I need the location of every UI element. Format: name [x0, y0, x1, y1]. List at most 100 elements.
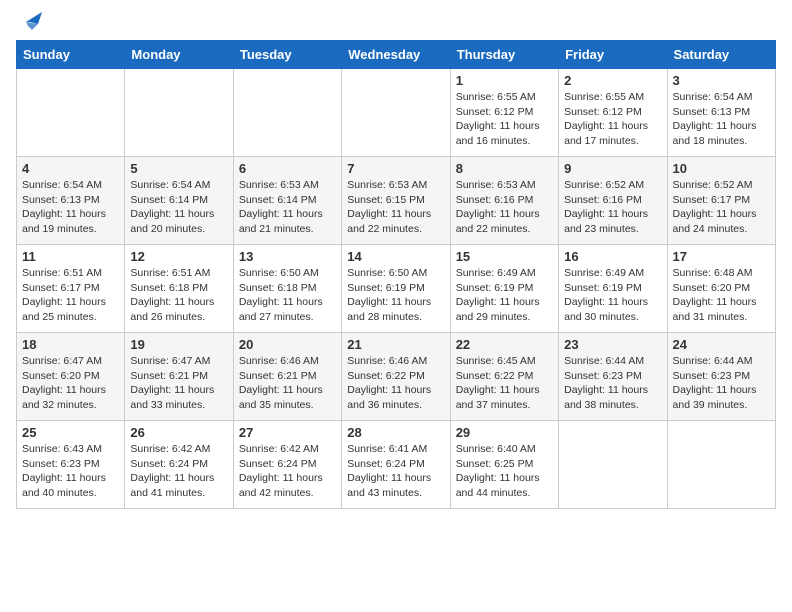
day-number: 18 [22, 337, 119, 352]
day-number: 11 [22, 249, 119, 264]
day-of-week-header: Saturday [667, 41, 775, 69]
calendar-cell: 24 Sunrise: 6:44 AMSunset: 6:23 PMDayligh… [667, 333, 775, 421]
day-info: Sunrise: 6:49 AMSunset: 6:19 PMDaylight:… [564, 266, 661, 325]
logo-bird-icon [20, 12, 42, 32]
day-of-week-header: Wednesday [342, 41, 450, 69]
day-info: Sunrise: 6:47 AMSunset: 6:21 PMDaylight:… [130, 354, 227, 413]
calendar-cell: 15 Sunrise: 6:49 AMSunset: 6:19 PMDayligh… [450, 245, 558, 333]
day-number: 5 [130, 161, 227, 176]
day-number: 15 [456, 249, 553, 264]
day-number: 24 [673, 337, 770, 352]
day-number: 25 [22, 425, 119, 440]
calendar-cell [559, 421, 667, 509]
calendar-cell: 7 Sunrise: 6:53 AMSunset: 6:15 PMDaylight… [342, 157, 450, 245]
day-info: Sunrise: 6:54 AMSunset: 6:14 PMDaylight:… [130, 178, 227, 237]
header [16, 16, 776, 28]
calendar-week-row: 18 Sunrise: 6:47 AMSunset: 6:20 PMDayligh… [17, 333, 776, 421]
calendar-cell: 26 Sunrise: 6:42 AMSunset: 6:24 PMDayligh… [125, 421, 233, 509]
day-number: 16 [564, 249, 661, 264]
day-number: 9 [564, 161, 661, 176]
day-info: Sunrise: 6:51 AMSunset: 6:18 PMDaylight:… [130, 266, 227, 325]
day-number: 4 [22, 161, 119, 176]
day-number: 29 [456, 425, 553, 440]
calendar-cell: 4 Sunrise: 6:54 AMSunset: 6:13 PMDaylight… [17, 157, 125, 245]
day-info: Sunrise: 6:53 AMSunset: 6:16 PMDaylight:… [456, 178, 553, 237]
logo [16, 16, 42, 28]
day-number: 2 [564, 73, 661, 88]
day-info: Sunrise: 6:50 AMSunset: 6:19 PMDaylight:… [347, 266, 444, 325]
day-number: 8 [456, 161, 553, 176]
day-info: Sunrise: 6:54 AMSunset: 6:13 PMDaylight:… [22, 178, 119, 237]
calendar-cell: 1 Sunrise: 6:55 AMSunset: 6:12 PMDaylight… [450, 69, 558, 157]
calendar-table: SundayMondayTuesdayWednesdayThursdayFrid… [16, 40, 776, 509]
calendar-cell: 28Sunrise: 6:41 AMSunset: 6:24 PMDayligh… [342, 421, 450, 509]
day-info: Sunrise: 6:53 AMSunset: 6:15 PMDaylight:… [347, 178, 444, 237]
day-info: Sunrise: 6:43 AMSunset: 6:23 PMDaylight:… [22, 442, 119, 501]
day-info: Sunrise: 6:52 AMSunset: 6:17 PMDaylight:… [673, 178, 770, 237]
calendar-cell: 12Sunrise: 6:51 AMSunset: 6:18 PMDayligh… [125, 245, 233, 333]
day-info: Sunrise: 6:54 AMSunset: 6:13 PMDaylight:… [673, 90, 770, 149]
day-of-week-header: Sunday [17, 41, 125, 69]
calendar-cell: 5 Sunrise: 6:54 AMSunset: 6:14 PMDaylight… [125, 157, 233, 245]
day-number: 13 [239, 249, 336, 264]
day-number: 1 [456, 73, 553, 88]
calendar-cell: 10 Sunrise: 6:52 AMSunset: 6:17 PMDayligh… [667, 157, 775, 245]
calendar-cell: 17 Sunrise: 6:48 AMSunset: 6:20 PMDayligh… [667, 245, 775, 333]
calendar-cell: 29 Sunrise: 6:40 AMSunset: 6:25 PMDayligh… [450, 421, 558, 509]
calendar-week-row: 4 Sunrise: 6:54 AMSunset: 6:13 PMDaylight… [17, 157, 776, 245]
day-info: Sunrise: 6:46 AMSunset: 6:22 PMDaylight:… [347, 354, 444, 413]
day-number: 19 [130, 337, 227, 352]
calendar-cell: 22 Sunrise: 6:45 AMSunset: 6:22 PMDayligh… [450, 333, 558, 421]
day-number: 14 [347, 249, 444, 264]
day-number: 6 [239, 161, 336, 176]
day-info: Sunrise: 6:49 AMSunset: 6:19 PMDaylight:… [456, 266, 553, 325]
calendar-week-row: 11 Sunrise: 6:51 AMSunset: 6:17 PMDayligh… [17, 245, 776, 333]
calendar-cell: 14 Sunrise: 6:50 AMSunset: 6:19 PMDayligh… [342, 245, 450, 333]
day-number: 7 [347, 161, 444, 176]
day-number: 26 [130, 425, 227, 440]
day-number: 21 [347, 337, 444, 352]
day-number: 22 [456, 337, 553, 352]
calendar-cell: 23 Sunrise: 6:44 AMSunset: 6:23 PMDayligh… [559, 333, 667, 421]
calendar-cell [233, 69, 341, 157]
day-info: Sunrise: 6:50 AMSunset: 6:18 PMDaylight:… [239, 266, 336, 325]
day-info: Sunrise: 6:52 AMSunset: 6:16 PMDaylight:… [564, 178, 661, 237]
day-info: Sunrise: 6:42 AMSunset: 6:24 PMDaylight:… [130, 442, 227, 501]
day-info: Sunrise: 6:40 AMSunset: 6:25 PMDaylight:… [456, 442, 553, 501]
day-info: Sunrise: 6:48 AMSunset: 6:20 PMDaylight:… [673, 266, 770, 325]
calendar-cell: 13 Sunrise: 6:50 AMSunset: 6:18 PMDayligh… [233, 245, 341, 333]
calendar-cell: 25 Sunrise: 6:43 AMSunset: 6:23 PMDayligh… [17, 421, 125, 509]
calendar-cell [17, 69, 125, 157]
day-info: Sunrise: 6:44 AMSunset: 6:23 PMDaylight:… [673, 354, 770, 413]
day-info: Sunrise: 6:47 AMSunset: 6:20 PMDaylight:… [22, 354, 119, 413]
calendar-cell: 6 Sunrise: 6:53 AMSunset: 6:14 PMDaylight… [233, 157, 341, 245]
calendar-header-row: SundayMondayTuesdayWednesdayThursdayFrid… [17, 41, 776, 69]
calendar-cell: 18 Sunrise: 6:47 AMSunset: 6:20 PMDayligh… [17, 333, 125, 421]
day-info: Sunrise: 6:44 AMSunset: 6:23 PMDaylight:… [564, 354, 661, 413]
day-info: Sunrise: 6:53 AMSunset: 6:14 PMDaylight:… [239, 178, 336, 237]
calendar-cell [125, 69, 233, 157]
day-number: 10 [673, 161, 770, 176]
day-info: Sunrise: 6:46 AMSunset: 6:21 PMDaylight:… [239, 354, 336, 413]
day-number: 23 [564, 337, 661, 352]
calendar-week-row: 1 Sunrise: 6:55 AMSunset: 6:12 PMDaylight… [17, 69, 776, 157]
calendar-cell [667, 421, 775, 509]
day-info: Sunrise: 6:55 AMSunset: 6:12 PMDaylight:… [564, 90, 661, 149]
calendar-cell: 27 Sunrise: 6:42 AMSunset: 6:24 PMDayligh… [233, 421, 341, 509]
day-info: Sunrise: 6:55 AMSunset: 6:12 PMDaylight:… [456, 90, 553, 149]
day-of-week-header: Thursday [450, 41, 558, 69]
day-of-week-header: Tuesday [233, 41, 341, 69]
day-number: 17 [673, 249, 770, 264]
day-of-week-header: Monday [125, 41, 233, 69]
day-number: 3 [673, 73, 770, 88]
day-info: Sunrise: 6:51 AMSunset: 6:17 PMDaylight:… [22, 266, 119, 325]
calendar-cell: 9 Sunrise: 6:52 AMSunset: 6:16 PMDaylight… [559, 157, 667, 245]
day-info: Sunrise: 6:42 AMSunset: 6:24 PMDaylight:… [239, 442, 336, 501]
day-number: 20 [239, 337, 336, 352]
day-info: Sunrise: 6:45 AMSunset: 6:22 PMDaylight:… [456, 354, 553, 413]
day-number: 27 [239, 425, 336, 440]
calendar-cell [342, 69, 450, 157]
day-info: Sunrise: 6:41 AMSunset: 6:24 PMDaylight:… [347, 442, 444, 501]
calendar-cell: 21 Sunrise: 6:46 AMSunset: 6:22 PMDayligh… [342, 333, 450, 421]
calendar-cell: 16 Sunrise: 6:49 AMSunset: 6:19 PMDayligh… [559, 245, 667, 333]
